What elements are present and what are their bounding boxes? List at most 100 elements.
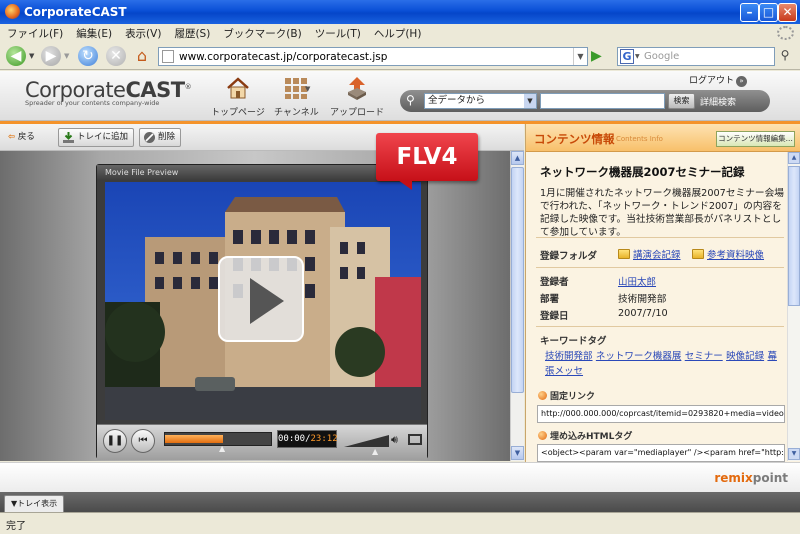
address-bar[interactable]: www.corporatecast.jp/corporatecast.jsp ▼ (158, 47, 588, 66)
speaker-icon[interactable]: 🔊︎ (391, 433, 398, 447)
nav-top-page[interactable]: トップページ (211, 76, 265, 118)
menu-history[interactable]: 履歴(S) (167, 24, 216, 41)
channel-dropdown-icon[interactable]: ▼ (305, 85, 310, 93)
content-title: ネットワーク機器展2007セミナー記録 (540, 165, 745, 179)
back-button[interactable]: ⇦ 戻る (8, 130, 35, 142)
scroll-thumb[interactable] (511, 167, 524, 393)
embed-label: 埋め込みHTMLタグ (550, 432, 633, 442)
preview-scrollbar[interactable]: ▲ ▼ (510, 151, 524, 461)
pause-button[interactable]: ❚❚ (103, 429, 127, 453)
menu-view[interactable]: 表示(V) (118, 24, 167, 41)
play-icon (250, 278, 284, 324)
menu-tools[interactable]: ツール(T) (308, 24, 367, 41)
keywords-label: キーワードタグ (540, 336, 607, 347)
menu-edit[interactable]: 編集(E) (69, 24, 118, 41)
advanced-search-link[interactable]: 詳細検索 (700, 95, 736, 108)
forward-arrow-icon[interactable]: ▶ (41, 46, 61, 66)
logout-label: ログアウト (689, 76, 735, 86)
scroll-down-icon[interactable]: ▼ (511, 446, 524, 460)
tray-toggle-tab[interactable]: ▼トレイ表示 (4, 495, 65, 512)
back-arrow-icon[interactable]: ◀ (6, 46, 26, 66)
content-description: 1月に開催されたネットワーク機器展2007セミナー会場で行われた、「ネットワーク… (540, 188, 784, 238)
panel-scroll-down-icon[interactable]: ▼ (788, 448, 800, 460)
format-badge-tail (398, 180, 412, 190)
registrant-label: 登録者 (540, 277, 569, 288)
nav-upload[interactable]: アップロード (330, 76, 384, 118)
keyword-tag[interactable]: ネットワーク機器展 (596, 351, 682, 362)
back-history-dropdown-icon[interactable]: ▼ (29, 52, 34, 60)
volume-slider[interactable] (344, 435, 389, 447)
panel-header: コンテンツ情報 Contents Info コンテンツ情報編集... (526, 124, 800, 152)
panel-subtitle: Contents Info (616, 135, 663, 143)
nav-channel[interactable]: チャンネル (274, 76, 319, 118)
divider (536, 267, 784, 268)
add-to-tray-label: トレイに追加 (77, 132, 129, 142)
date-label: 登録日 (540, 311, 569, 322)
search-engine-box[interactable]: G ▼ Google (617, 47, 775, 66)
menubar: ファイル(F) 編集(E) 表示(V) 履歴(S) ブックマーク(B) ツール(T) ヘルプ… (0, 24, 800, 42)
footer-strip: remixpoint (0, 462, 800, 492)
keyword-tag[interactable]: セミナー (685, 351, 723, 362)
delete-button[interactable]: 削除 (139, 128, 182, 147)
scroll-up-icon[interactable]: ▲ (511, 151, 524, 165)
maximize-button[interactable]: □ (759, 3, 778, 22)
logout-link[interactable]: ログアウト» (689, 73, 748, 87)
nav-upload-label: アップロード (330, 108, 385, 118)
close-button[interactable]: ✕ (778, 3, 797, 22)
menu-bookmarks[interactable]: ブックマーク(B) (216, 24, 307, 41)
folder-link-2[interactable]: 参考資料映像 (692, 247, 764, 261)
back-label: 戻る (17, 132, 35, 142)
keyword-tag[interactable]: 映像記録 (726, 351, 764, 362)
panel-scroll-up-icon[interactable]: ▲ (788, 152, 800, 164)
dept-label: 部署 (540, 294, 560, 305)
home-icon[interactable]: ⌂ (132, 46, 152, 66)
video-player: Movie File Preview ❚❚ ⏮ ▲ 00:00/23:12 ▲ … (96, 164, 428, 460)
registrant-link[interactable]: 山田太郎 (618, 274, 656, 288)
divider (536, 237, 784, 238)
folder-name-1: 講演会記録 (633, 250, 681, 261)
corporatecast-logo[interactable]: CorporateCAST® Spreader of your contents… (25, 78, 192, 107)
menu-help[interactable]: ヘルプ(H) (367, 24, 428, 41)
search-scope-select[interactable]: 全データから ▼ (424, 93, 537, 109)
folder-name-2: 参考資料映像 (707, 250, 765, 261)
video-frame[interactable] (105, 182, 421, 420)
go-arrow-icon[interactable]: ▶ (591, 48, 607, 64)
seek-progress-fill (165, 435, 223, 443)
browser-statusbar: 完了 (0, 512, 800, 534)
minimize-button[interactable]: – (740, 3, 759, 22)
keyword-tag[interactable]: 技術開発部 (545, 351, 593, 362)
menu-file[interactable]: ファイル(F) (0, 24, 69, 41)
forward-history-dropdown-icon[interactable]: ▼ (64, 52, 69, 60)
rewind-to-start-button[interactable]: ⏮ (131, 429, 155, 453)
panel-scroll-thumb[interactable] (788, 166, 800, 306)
search-keyword-input[interactable] (540, 93, 665, 109)
stop-icon[interactable]: ✕ (106, 46, 126, 66)
time-current: 00:00 (278, 434, 306, 444)
folder-link-1[interactable]: 講演会記録 (618, 247, 681, 261)
edit-contents-button[interactable]: コンテンツ情報編集... (716, 131, 795, 147)
divider (536, 326, 784, 327)
seek-bar[interactable]: ▲ (164, 432, 272, 453)
address-dropdown-icon[interactable]: ▼ (573, 48, 587, 65)
permalink-field[interactable]: http://000.000.000/coprcast/itemid=02938… (537, 405, 785, 423)
contents-info-panel: コンテンツ情報 Contents Info コンテンツ情報編集... ▲ ▼ ネ… (525, 124, 800, 462)
window-titlebar: CorporateCAST – □ ✕ (0, 0, 800, 24)
fullscreen-icon[interactable] (408, 434, 422, 445)
search-icon[interactable]: ⚲ (776, 48, 794, 66)
dept-value: 技術開発部 (618, 294, 667, 305)
search-button[interactable]: 検索 (668, 93, 695, 109)
engine-dropdown-icon[interactable]: ▼ (635, 53, 640, 60)
time-total: 23:12 (310, 434, 338, 444)
embed-field[interactable]: <object><param var="mediaplayer" /><para… (537, 444, 785, 462)
folder-icon (618, 249, 630, 259)
reload-icon[interactable]: ↻ (78, 46, 98, 66)
panel-scrollbar[interactable]: ▲ ▼ (787, 152, 800, 461)
scope-dropdown-icon[interactable]: ▼ (524, 94, 536, 108)
play-overlay-button[interactable] (218, 256, 304, 342)
add-to-tray-button[interactable]: トレイに追加 (58, 128, 135, 147)
tray-bar: ▼トレイ表示 (0, 492, 800, 512)
delete-label: 削除 (158, 132, 176, 142)
volume-handle-icon[interactable]: ▲ (372, 447, 378, 456)
seek-handle-icon[interactable]: ▲ (219, 444, 225, 453)
google-icon[interactable]: G (620, 49, 634, 64)
